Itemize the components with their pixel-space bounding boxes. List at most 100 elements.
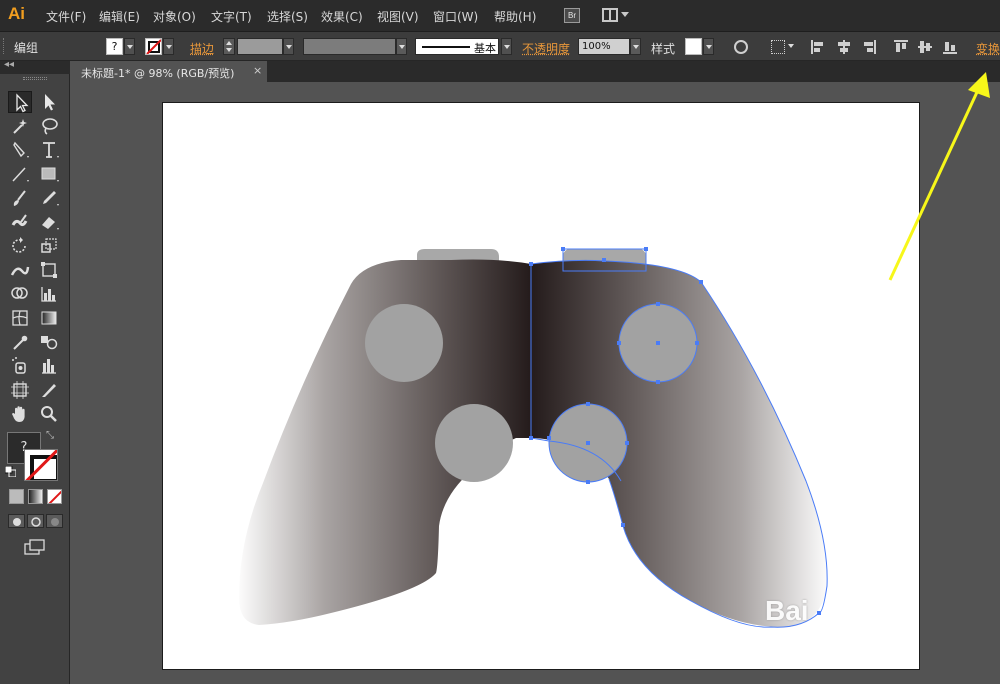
gradient-tool[interactable] [37, 307, 61, 329]
gradient-icon [41, 311, 57, 325]
menu-type[interactable]: 文字(T) [211, 8, 252, 25]
swap-fill-stroke-icon[interactable]: ⤡ [46, 430, 54, 441]
menu-view[interactable]: 视图(V) [377, 8, 419, 25]
eyedropper-tool[interactable] [8, 331, 32, 353]
paintbrush-icon [13, 190, 26, 206]
stroke-swatch[interactable] [24, 449, 58, 481]
warp-tool[interactable] [8, 259, 32, 281]
eraser-icon [42, 217, 59, 230]
menu-select[interactable]: 选择(S) [267, 8, 308, 25]
panel-grip[interactable] [3, 38, 6, 54]
blend-tool[interactable] [37, 331, 61, 353]
artboard[interactable] [162, 102, 920, 670]
default-fill-stroke-icon[interactable] [4, 465, 17, 478]
align-vertical-center-icon[interactable] [918, 40, 932, 54]
magic-wand-tool[interactable] [8, 115, 32, 137]
paintbrush-tool[interactable] [8, 187, 32, 209]
free-transform-tool[interactable] [37, 259, 61, 281]
selection-tool[interactable] [8, 91, 32, 113]
align-bottom-icon[interactable] [943, 40, 957, 54]
rotate-tool[interactable] [8, 235, 32, 257]
draw-inside-button[interactable] [46, 514, 63, 528]
tools-panel: ◂◂ ? ⤡ [0, 59, 70, 684]
menu-edit[interactable]: 编辑(E) [99, 8, 140, 25]
variable-width-dropdown[interactable] [396, 38, 407, 55]
canvas-area[interactable] [72, 82, 1000, 684]
none-slash-icon [48, 490, 61, 503]
stroke-weight-label[interactable]: 描边 [190, 40, 214, 57]
color-mode-button[interactable] [9, 489, 24, 504]
brush-definition-dropdown[interactable] [501, 38, 512, 55]
menu-effect[interactable]: 效果(C) [321, 8, 363, 25]
tools-panel-grip[interactable] [23, 77, 47, 80]
control-bar: 编组 ? 描边 基本 不透明度 100% 样式 变换 [0, 32, 1000, 61]
artwork[interactable] [163, 103, 921, 671]
align-horizontal-center-icon[interactable] [837, 40, 851, 54]
left-top-button[interactable] [365, 304, 443, 382]
variable-width-profile-field[interactable] [303, 38, 396, 55]
align-to-dropdown[interactable] [786, 38, 797, 55]
opacity-dropdown[interactable] [630, 38, 641, 55]
lasso-tool[interactable] [37, 115, 61, 137]
magic-wand-icon [13, 119, 27, 134]
align-top-icon[interactable] [894, 40, 908, 54]
go-to-bridge-button[interactable]: Br [564, 8, 580, 23]
align-to-selection-icon[interactable] [771, 40, 785, 54]
pen-tool[interactable] [8, 139, 32, 161]
fill-dropdown-arrow[interactable] [124, 38, 135, 55]
direct-selection-tool[interactable] [37, 91, 61, 113]
none-mode-button[interactable] [47, 489, 62, 504]
menu-file[interactable]: 文件(F) [46, 8, 86, 25]
arrange-documents-icon [602, 8, 618, 22]
menu-window[interactable]: 窗口(W) [433, 8, 478, 25]
recolor-artwork-icon[interactable] [734, 40, 748, 54]
left-bottom-button[interactable] [435, 404, 513, 482]
opacity-label[interactable]: 不透明度 [522, 40, 570, 57]
chevron-down-icon [621, 12, 629, 17]
blob-brush-tool[interactable] [8, 211, 32, 233]
line-segment-tool[interactable] [8, 163, 32, 185]
pencil-tool[interactable] [37, 187, 61, 209]
draw-inside-icon [51, 518, 59, 526]
type-tool[interactable] [37, 139, 61, 161]
align-left-icon[interactable] [811, 40, 825, 54]
change-screen-mode-button[interactable] [24, 538, 46, 556]
close-tab-icon[interactable]: × [253, 64, 262, 77]
shape-builder-tool[interactable] [8, 283, 32, 305]
magnifier-icon [41, 406, 57, 422]
stroke-weight-stepper[interactable] [223, 38, 235, 55]
menu-help[interactable]: 帮助(H) [494, 8, 536, 25]
draw-normal-button[interactable] [8, 514, 25, 528]
style-label: 样式 [651, 42, 676, 56]
arrange-documents-button[interactable] [602, 8, 629, 23]
zoom-tool[interactable] [37, 403, 61, 425]
eyedropper-icon [13, 335, 28, 350]
column-graph-tool-2[interactable] [37, 355, 61, 377]
align-right-icon[interactable] [862, 40, 876, 54]
scale-tool[interactable] [37, 235, 61, 257]
eraser-tool[interactable] [37, 211, 61, 233]
transform-link[interactable]: 变换 [976, 40, 1000, 57]
gradient-mode-button[interactable] [28, 489, 43, 504]
slice-tool[interactable] [37, 379, 61, 401]
stroke-color-swatch[interactable] [145, 38, 162, 55]
symbol-sprayer-tool[interactable] [8, 355, 32, 377]
tools-panel-header[interactable]: ◂◂ [0, 59, 70, 74]
stroke-weight-field[interactable] [237, 38, 283, 55]
draw-behind-button[interactable] [27, 514, 44, 528]
opacity-field[interactable]: 100% [578, 38, 630, 55]
stroke-dropdown-arrow[interactable] [163, 38, 174, 55]
document-tab[interactable]: 未标题-1* @ 98% (RGB/预览) × [72, 61, 268, 82]
column-graph-tool[interactable] [37, 283, 61, 305]
graphic-style-dropdown[interactable] [703, 38, 714, 55]
rectangle-tool[interactable] [37, 163, 61, 185]
mesh-tool[interactable] [8, 307, 32, 329]
hand-tool[interactable] [8, 403, 32, 425]
artboard-tool[interactable] [8, 379, 32, 401]
collapse-panel-icon[interactable]: ◂◂ [4, 59, 14, 70]
menu-object[interactable]: 对象(O) [153, 8, 196, 25]
fill-color-swatch[interactable]: ? [106, 38, 123, 55]
graphic-style-swatch[interactable] [685, 38, 702, 55]
brush-definition-field[interactable]: 基本 [415, 38, 499, 55]
stroke-weight-dropdown[interactable] [283, 38, 294, 55]
